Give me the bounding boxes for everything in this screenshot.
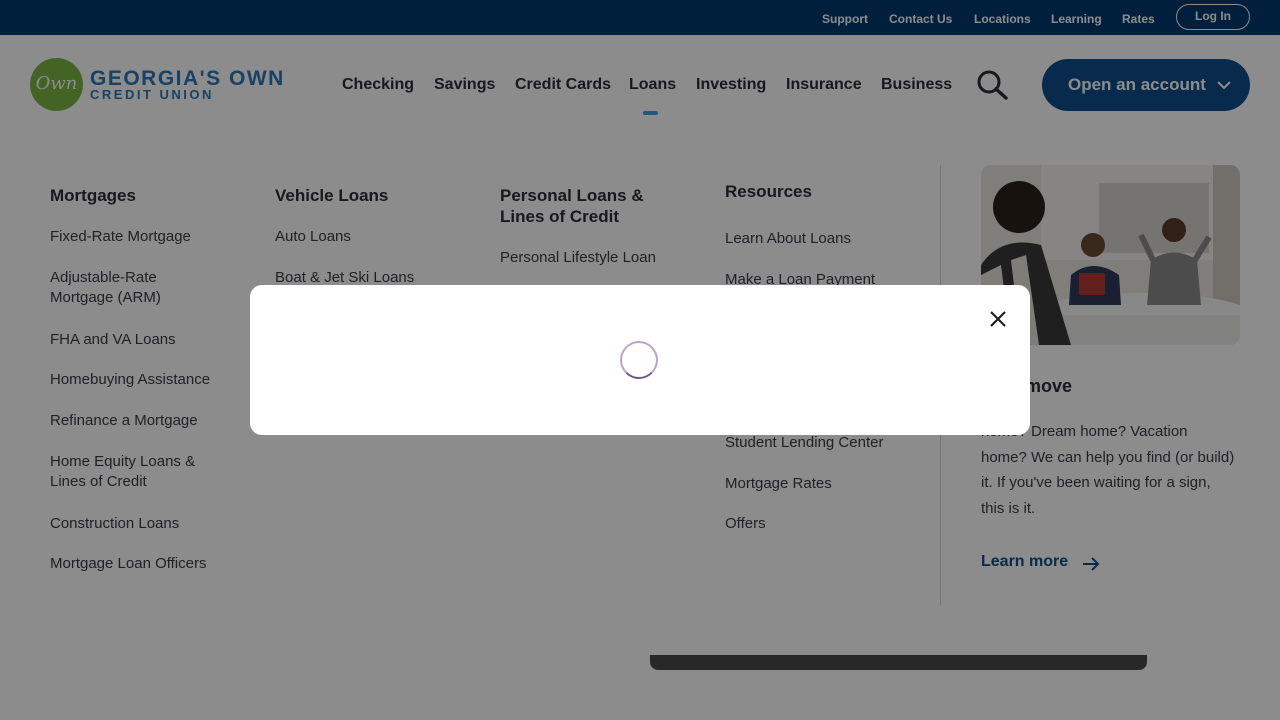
loading-modal <box>250 285 1030 435</box>
loading-spinner-icon <box>620 341 658 379</box>
close-icon[interactable] <box>988 309 1008 329</box>
